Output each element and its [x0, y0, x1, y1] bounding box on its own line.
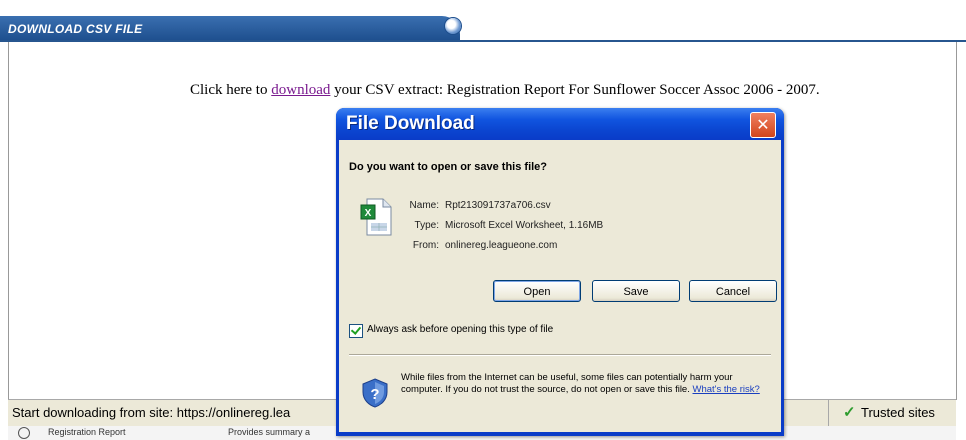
instruction-prefix: Click here to — [190, 82, 272, 98]
name-value: Rpt213091737a706.csv — [445, 200, 551, 211]
security-shield-icon: ? — [362, 378, 388, 408]
instruction-suffix: your CSV extract: Registration Report Fo… — [330, 82, 820, 98]
tab-title: DOWNLOAD CSV FILE — [8, 22, 143, 36]
dialog-question: Do you want to open or save this file? — [349, 161, 548, 173]
checkmark-icon: ✓ — [843, 404, 856, 421]
dialog-title: File Download — [346, 113, 475, 134]
cancel-button[interactable]: Cancel — [689, 280, 777, 302]
tab-corner-icon — [445, 18, 461, 34]
file-download-dialog: File Download ✕ Do you want to open or s… — [336, 108, 784, 436]
svg-text:X: X — [365, 208, 372, 219]
name-label: Name: — [409, 200, 439, 211]
type-label: Type: — [414, 220, 439, 231]
download-instruction: Click here to download your CSV extract:… — [190, 82, 820, 99]
status-text: Start downloading from site: https://onl… — [12, 405, 291, 420]
dialog-divider — [349, 354, 771, 356]
warning-text: While files from the Internet can be use… — [401, 372, 733, 395]
strip-item-description: Provides summary a — [228, 427, 311, 437]
type-value: Microsoft Excel Worksheet, 1.16MB — [445, 220, 604, 231]
whats-the-risk-link[interactable]: What's the risk? — [693, 384, 760, 395]
dialog-body: Do you want to open or save this file? X… — [339, 140, 781, 432]
security-zone[interactable]: ✓ Trusted sites — [828, 400, 957, 426]
close-button[interactable]: ✕ — [750, 112, 776, 138]
from-label: From: — [412, 240, 439, 251]
download-csv-tab: DOWNLOAD CSV FILE — [0, 16, 460, 42]
radio-icon — [18, 427, 30, 439]
zone-label: Trusted sites — [861, 405, 935, 420]
security-warning: While files from the Internet can be use… — [401, 372, 761, 395]
strip-item-report: Registration Report — [48, 427, 126, 437]
save-button[interactable]: Save — [592, 280, 680, 302]
from-value: onlinereg.leagueone.com — [445, 240, 558, 251]
always-ask-label: Always ask before opening this type of f… — [367, 324, 554, 335]
open-button[interactable]: Open — [493, 280, 581, 302]
page-header: DOWNLOAD CSV FILE — [0, 0, 966, 42]
dialog-titlebar[interactable]: File Download ✕ — [336, 108, 784, 140]
download-link[interactable]: download — [271, 82, 330, 98]
svg-text:?: ? — [370, 386, 379, 403]
always-ask-checkbox[interactable] — [349, 324, 363, 338]
